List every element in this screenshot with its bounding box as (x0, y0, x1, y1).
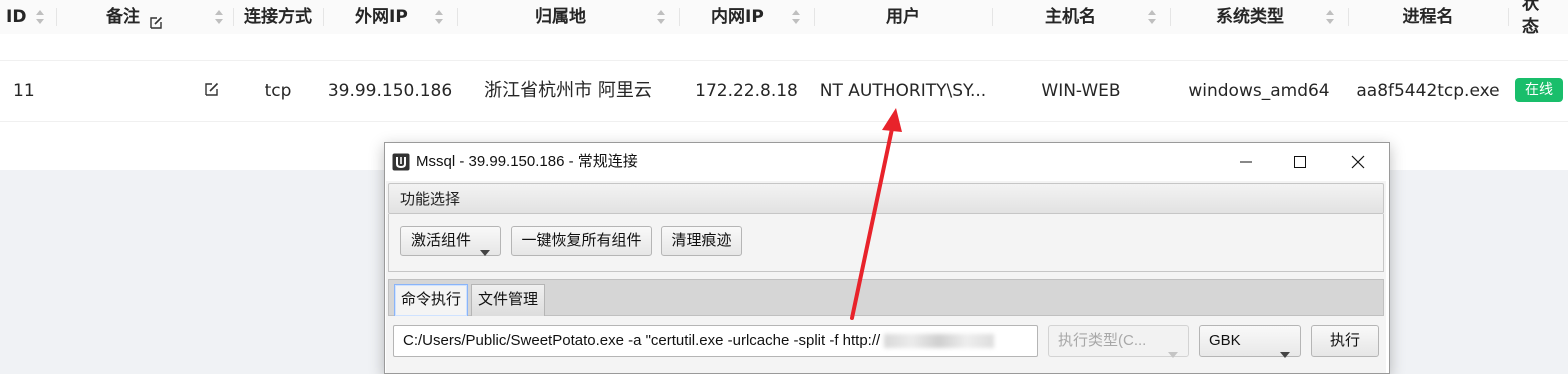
tab-bar: 命令执行 文件管理 (388, 279, 1384, 316)
sort-icon[interactable] (1324, 6, 1336, 28)
table-header: ID 备注 连接方式 外网IP 归属地 内网IP 用户 主机名 系统类型 进程名… (0, 0, 1568, 37)
col-header-process[interactable]: 进程名 (1348, 0, 1508, 34)
sort-icon[interactable] (790, 6, 802, 28)
table-row[interactable]: 11 tcp 39.99.150.186 浙江省杭州市 阿里云 172.22.8… (0, 60, 1568, 122)
col-header-location[interactable]: 归属地 (457, 0, 679, 34)
command-text: C:/Users/Public/SweetPotato.exe -a "cert… (403, 332, 881, 349)
activate-component-dropdown[interactable]: 激活组件 (400, 226, 501, 256)
title-bar[interactable]: Mssql - 39.99.150.186 - 常规连接 (385, 143, 1389, 181)
maximize-button[interactable] (1277, 143, 1323, 181)
cell-process: aa8f5442tcp.exe (1356, 81, 1500, 101)
exec-type-select[interactable]: 执行类型(C... (1048, 325, 1189, 358)
minimize-button[interactable] (1223, 143, 1269, 181)
dialog-body: 功能选择 激活组件 一键恢复所有组件 清理痕迹 命令执行 文件管理 C:/Use… (386, 181, 1386, 373)
edit-icon (148, 9, 164, 43)
col-header-external-ip[interactable]: 外网IP (323, 0, 457, 34)
col-header-status[interactable]: 状 态 (1508, 0, 1568, 37)
col-header-id[interactable]: ID (0, 0, 56, 34)
sort-icon[interactable] (213, 6, 225, 28)
col-header-connection[interactable]: 连接方式 (233, 0, 323, 34)
window-title: Mssql - 39.99.150.186 - 常规连接 (416, 153, 638, 170)
chevron-down-icon (480, 238, 490, 266)
col-header-remark[interactable]: 备注 (56, 0, 233, 34)
cell-id: 11 (13, 81, 35, 101)
redacted-area (884, 334, 995, 349)
close-button[interactable] (1335, 143, 1381, 181)
clean-traces-button[interactable]: 清理痕迹 (661, 226, 742, 256)
encoding-select[interactable]: GBK (1199, 325, 1301, 358)
cell-internal-ip: 172.22.8.18 (695, 81, 798, 101)
chevron-down-icon (1280, 339, 1290, 369)
tab-command[interactable]: 命令执行 (394, 284, 468, 316)
execute-button[interactable]: 执行 (1311, 325, 1379, 357)
function-section: 激活组件 一键恢复所有组件 清理痕迹 (388, 214, 1384, 272)
col-header-hostname[interactable]: 主机名 (992, 0, 1170, 34)
cell-location: 浙江省杭州市 阿里云 (484, 80, 652, 101)
sort-icon[interactable] (433, 6, 445, 28)
restore-all-button[interactable]: 一键恢复所有组件 (511, 226, 652, 256)
sort-icon[interactable] (34, 6, 46, 28)
status-badge: 在线 (1515, 78, 1563, 102)
edit-remark-icon[interactable] (203, 81, 220, 102)
chevron-down-icon (1168, 339, 1178, 369)
col-header-os[interactable]: 系统类型 (1170, 0, 1348, 34)
sort-icon[interactable] (1146, 6, 1158, 28)
command-input[interactable]: C:/Users/Public/SweetPotato.exe -a "cert… (393, 325, 1038, 357)
mssql-dialog: Mssql - 39.99.150.186 - 常规连接 功能选择 激活组件 一… (384, 142, 1390, 374)
function-section-header: 功能选择 (388, 183, 1384, 214)
tab-files[interactable]: 文件管理 (471, 284, 545, 316)
sort-icon[interactable] (655, 6, 667, 28)
cell-external-ip: 39.99.150.186 (327, 81, 453, 101)
app-icon (392, 153, 410, 171)
cell-user: NT AUTHORITY\SY... (819, 81, 987, 101)
cell-hostname: WIN-WEB (1041, 81, 1121, 101)
cell-connection: tcp (264, 81, 292, 101)
cell-os: windows_amd64 (1188, 81, 1330, 101)
col-header-internal-ip[interactable]: 内网IP (679, 0, 814, 34)
col-header-user[interactable]: 用户 (814, 0, 992, 34)
